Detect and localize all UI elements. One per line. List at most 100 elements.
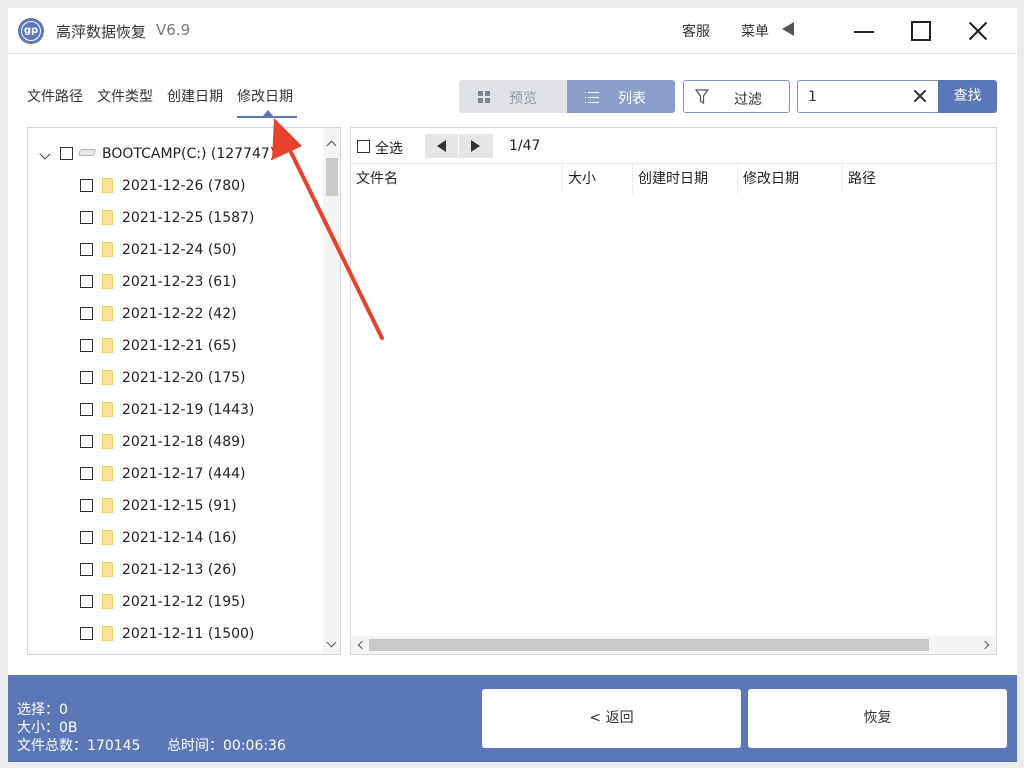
folder-label: 2021-12-15 (91) (122, 498, 237, 514)
selected-size: 大小：0B (17, 720, 78, 736)
recover-button[interactable]: 恢复 (748, 689, 1007, 748)
tree-folder-row[interactable]: 2021-12-26 (780) (28, 178, 324, 202)
date-tree-panel: BOOTCAMP(C:) (127747) 2021-12-26 (780) 20… (27, 127, 341, 655)
scrollbar-thumb[interactable] (326, 158, 338, 196)
tree-folder-row[interactable]: 2021-12-13 (26) (28, 562, 324, 586)
folder-checkbox[interactable] (80, 275, 93, 288)
tree-folder-row[interactable]: 2021-12-17 (444) (28, 466, 324, 490)
column-header-path[interactable]: 路径 (843, 164, 996, 194)
folder-checkbox[interactable] (80, 339, 93, 352)
folder-icon (102, 370, 113, 385)
prev-page-icon[interactable] (437, 140, 446, 152)
tab-created-date[interactable]: 创建日期 (167, 86, 223, 106)
column-header-created[interactable]: 创建时日期 (633, 164, 738, 194)
folder-label: 2021-12-18 (489) (122, 434, 246, 450)
folder-icon (102, 594, 113, 609)
filter-icon (695, 89, 709, 105)
folder-icon (102, 530, 113, 545)
app-title: 高萍数据恢复 (56, 23, 147, 41)
chevron-down-icon[interactable] (39, 148, 51, 160)
tab-file-path[interactable]: 文件路径 (27, 86, 83, 106)
column-header-filename[interactable]: 文件名 (351, 164, 563, 194)
scroll-down-icon[interactable] (326, 637, 337, 648)
file-list-scrollbar[interactable] (351, 636, 996, 654)
tree-folder-row[interactable]: 2021-12-25 (1587) (28, 210, 324, 234)
folder-checkbox[interactable] (80, 531, 93, 544)
view-toggle: 预览 列表 (459, 80, 675, 113)
tree-folder-row[interactable]: 2021-12-19 (1443) (28, 402, 324, 426)
back-button[interactable]: < 返回 (482, 689, 741, 748)
select-all-label[interactable]: 全选 (375, 138, 403, 158)
minimize-button[interactable] (850, 18, 880, 44)
tree-folder-row[interactable]: 2021-12-11 (1500) (28, 626, 324, 650)
tree-folder-row[interactable]: 2021-12-14 (16) (28, 530, 324, 554)
tab-file-type[interactable]: 文件类型 (97, 86, 153, 106)
clear-search-icon[interactable] (911, 87, 929, 105)
menu-button[interactable]: 菜单 (741, 21, 769, 41)
folder-checkbox[interactable] (80, 307, 93, 320)
tree-folder-row[interactable]: 2021-12-21 (65) (28, 338, 324, 362)
folder-checkbox[interactable] (80, 211, 93, 224)
list-view-button[interactable]: 列表 (567, 80, 675, 113)
preview-view-button[interactable]: 预览 (459, 80, 567, 113)
grid-icon (478, 91, 490, 103)
folder-checkbox[interactable] (80, 243, 93, 256)
select-all-checkbox[interactable] (357, 140, 370, 153)
folder-checkbox[interactable] (80, 595, 93, 608)
folder-label: 2021-12-19 (1443) (122, 402, 255, 418)
total-time: 总时间：00:06:36 (167, 738, 286, 754)
tree-folder-row[interactable]: 2021-12-18 (489) (28, 434, 324, 458)
tree-folder-row[interactable]: 2021-12-23 (61) (28, 274, 324, 298)
tree-drive-row[interactable]: BOOTCAMP(C:) (127747) (28, 146, 324, 170)
folder-label: 2021-12-25 (1587) (122, 210, 255, 226)
folder-icon (102, 178, 113, 193)
logo-text: gp (23, 25, 39, 36)
app-version: V6.9 (156, 21, 191, 39)
scroll-up-icon[interactable] (326, 140, 337, 151)
folder-label: 2021-12-21 (65) (122, 338, 237, 354)
selected-count: 选择：0 (17, 702, 68, 718)
folder-label: 2021-12-11 (1500) (122, 626, 255, 642)
horizontal-scrollbar-thumb[interactable] (369, 639, 929, 651)
folder-icon (102, 402, 113, 417)
folder-label: 2021-12-23 (61) (122, 274, 237, 290)
tree-scrollbar[interactable] (323, 128, 340, 654)
close-button[interactable] (963, 18, 993, 44)
scroll-right-icon[interactable] (980, 640, 990, 650)
folder-checkbox[interactable] (80, 499, 93, 512)
drive-icon (77, 149, 97, 156)
tree-folder-row[interactable]: 2021-12-15 (91) (28, 498, 324, 522)
folder-checkbox[interactable] (80, 403, 93, 416)
customer-service-button[interactable]: 客服 (682, 21, 710, 41)
tree-folder-row[interactable]: 2021-12-24 (50) (28, 242, 324, 266)
column-header-size[interactable]: 大小 (563, 164, 633, 194)
folder-label: 2021-12-12 (195) (122, 594, 246, 610)
folder-label: 2021-12-17 (444) (122, 466, 246, 482)
folder-checkbox[interactable] (80, 179, 93, 192)
folder-checkbox[interactable] (80, 371, 93, 384)
folder-checkbox[interactable] (80, 467, 93, 480)
list-icon (585, 91, 599, 103)
maximize-button[interactable] (906, 18, 936, 44)
tree-folder-row[interactable]: 2021-12-12 (195) (28, 594, 324, 618)
status-footer: 选择：0 大小：0B 文件总数：170145 总时间：00:06:36 < 返回… (8, 675, 1017, 762)
scroll-left-icon[interactable] (357, 640, 367, 650)
tab-modified-date[interactable]: 修改日期 (237, 86, 293, 106)
title-bar: gp 高萍数据恢复 V6.9 客服 菜单 (8, 8, 1017, 54)
menu-arrow-icon[interactable] (782, 22, 794, 36)
page-indicator: 1/47 (509, 138, 541, 154)
filter-button[interactable]: 过滤 (683, 80, 790, 113)
search-button[interactable]: 查找 (938, 80, 997, 113)
tree-folder-row[interactable]: 2021-12-20 (175) (28, 370, 324, 394)
folder-label: 2021-12-14 (16) (122, 530, 237, 546)
folder-label: 2021-12-20 (175) (122, 370, 246, 386)
column-header-modified[interactable]: 修改日期 (738, 164, 843, 194)
next-page-icon[interactable] (471, 140, 480, 152)
drive-checkbox[interactable] (60, 147, 73, 160)
app-logo-icon: gp (18, 18, 44, 44)
active-tab-indicator (237, 116, 297, 118)
folder-checkbox[interactable] (80, 435, 93, 448)
folder-checkbox[interactable] (80, 563, 93, 576)
folder-checkbox[interactable] (80, 627, 93, 640)
tree-folder-row[interactable]: 2021-12-22 (42) (28, 306, 324, 330)
